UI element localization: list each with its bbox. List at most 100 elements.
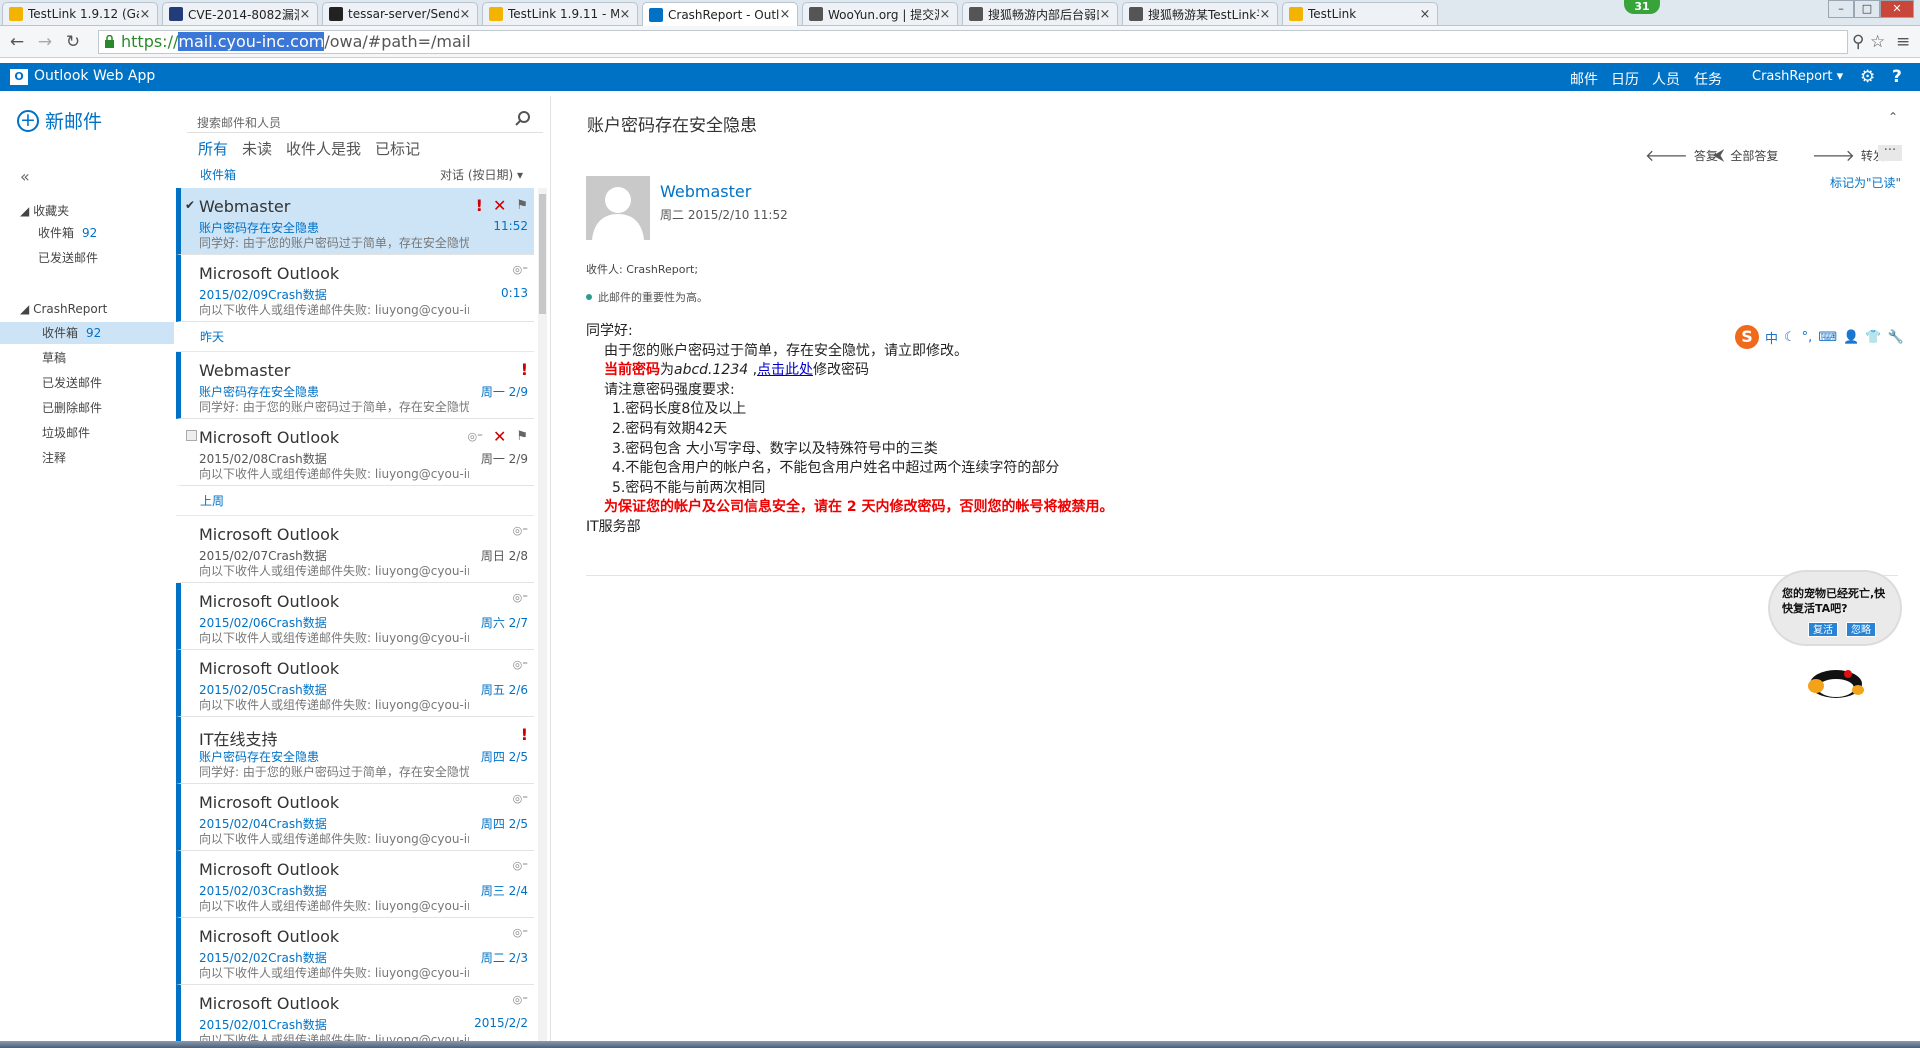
- gear-icon[interactable]: ⚙: [1860, 67, 1875, 87]
- user-menu[interactable]: CrashReport ▾: [1752, 69, 1843, 84]
- message-row[interactable]: Microsoft Outlook 2015/02/04Crash数据 向以下收件人…: [176, 784, 534, 851]
- tab-close-icon[interactable]: ×: [939, 7, 951, 22]
- message-row[interactable]: Microsoft Outlook 2015/02/03Crash数据 向以下收件人…: [176, 851, 534, 918]
- message-row[interactable]: IT在线支持 账户密码存在安全隐患 同学好: 由于您的账户密码过于简单，存在安全隐忧…: [176, 717, 534, 784]
- ime-tools-icon[interactable]: 🔧: [1887, 330, 1903, 345]
- scrollbar-thumb[interactable]: [539, 194, 546, 314]
- tab-close-icon[interactable]: ×: [139, 7, 151, 22]
- browser-tab[interactable]: CVE-2014-8082漏洞详情×: [162, 2, 318, 25]
- favorites-header[interactable]: ◢ 收藏夹: [20, 202, 69, 219]
- browser-tab[interactable]: TestLink ×: [1282, 2, 1438, 25]
- browser-tab[interactable]: WooYun.org | 提交漏洞×: [802, 2, 958, 25]
- message-row[interactable]: ✔ Webmaster 账户密码存在安全隐患 同学好: 由于您的账户密码过于简单，存在…: [176, 188, 534, 255]
- flag-icon[interactable]: ⚑: [516, 198, 528, 213]
- search-icon[interactable]: [515, 110, 531, 128]
- window-close-button[interactable]: ✕: [1880, 0, 1914, 18]
- menu-icon[interactable]: ≡: [1896, 32, 1910, 52]
- delete-icon[interactable]: ✕: [493, 196, 506, 215]
- message-row[interactable]: Microsoft Outlook 2015/02/02Crash数据 向以下收件人…: [176, 918, 534, 985]
- filter-to-me[interactable]: 收件人是我: [286, 138, 361, 159]
- category-icon[interactable]: ◎⁼: [513, 591, 528, 604]
- message-row[interactable]: Microsoft Outlook 2015/02/08Crash数据 向以下收件人…: [176, 419, 534, 486]
- reply-all-button[interactable]: ⮜ 全部答复: [1713, 145, 1778, 165]
- category-icon[interactable]: ◎⁼: [513, 993, 528, 1006]
- select-checkbox[interactable]: [186, 430, 197, 441]
- sender-name[interactable]: Webmaster: [660, 182, 751, 201]
- pet-ignore-button[interactable]: 忽略: [1846, 622, 1876, 637]
- url-field[interactable]: https://mail.cyou-inc.com/owa/#path=/mai…: [98, 30, 1848, 54]
- browser-tab[interactable]: TestLink 1.9.12 (GaGa a×: [2, 2, 158, 25]
- category-icon[interactable]: ◎⁼: [468, 430, 483, 443]
- category-icon[interactable]: ◎⁼: [513, 792, 528, 805]
- nav-people[interactable]: 人员: [1652, 69, 1680, 89]
- tab-close-icon[interactable]: ×: [299, 7, 311, 22]
- delete-icon[interactable]: ✕: [493, 427, 506, 446]
- filter-unread[interactable]: 未读: [242, 138, 272, 159]
- forward-button[interactable]: 🡒 转发: [1812, 145, 1885, 165]
- mark-as-read-link[interactable]: 标记为"已读": [1830, 174, 1901, 191]
- nav-calendar[interactable]: 日历: [1611, 69, 1639, 89]
- tab-close-icon[interactable]: ×: [1099, 7, 1111, 22]
- change-password-link[interactable]: 点击此处: [757, 362, 813, 378]
- pet-revive-button[interactable]: 复活: [1808, 622, 1838, 637]
- collapse-nav-icon[interactable]: «: [20, 167, 30, 186]
- penguin-pet-icon[interactable]: [1802, 660, 1870, 700]
- flag-icon[interactable]: ⚑: [516, 429, 528, 444]
- category-icon[interactable]: ◎⁼: [513, 524, 528, 537]
- maximize-button[interactable]: □: [1854, 0, 1880, 18]
- browser-tab[interactable]: tessar-server/SendEMa×: [322, 2, 478, 25]
- folder-sent[interactable]: 已发送邮件: [0, 372, 174, 394]
- search-box[interactable]: 搜索邮件和人员: [187, 107, 543, 133]
- folder-notes[interactable]: 注释: [0, 447, 174, 469]
- folder-junk[interactable]: 垃圾邮件: [0, 422, 174, 444]
- check-icon[interactable]: ✔: [185, 198, 195, 212]
- sogou-logo-icon[interactable]: S: [1735, 325, 1759, 349]
- forward-icon[interactable]: →: [34, 31, 56, 53]
- reload-icon[interactable]: ↻: [62, 31, 84, 53]
- more-actions-button[interactable]: ···: [1878, 144, 1902, 161]
- tab-close-icon[interactable]: ×: [1419, 7, 1431, 22]
- message-row[interactable]: Microsoft Outlook 2015/02/05Crash数据 向以下收件人…: [176, 650, 534, 717]
- filter-flagged[interactable]: 已标记: [375, 138, 420, 159]
- category-icon[interactable]: ◎⁼: [513, 926, 528, 939]
- fav-inbox[interactable]: 收件箱 92: [0, 222, 174, 244]
- folder-drafts[interactable]: 草稿: [0, 347, 174, 369]
- tab-close-icon[interactable]: ×: [1259, 7, 1271, 22]
- sort-dropdown[interactable]: 对话 (按日期) ▾: [440, 166, 523, 183]
- ime-moon-icon[interactable]: ☾: [1784, 330, 1796, 345]
- ime-user-icon[interactable]: 👤: [1843, 330, 1859, 345]
- help-icon[interactable]: ?: [1892, 67, 1902, 87]
- message-row[interactable]: Microsoft Outlook 2015/02/01Crash数据 向以下收件人…: [176, 985, 534, 1041]
- tab-close-icon[interactable]: ×: [619, 7, 631, 22]
- nav-tasks[interactable]: 任务: [1694, 69, 1722, 89]
- category-icon[interactable]: ◎⁼: [513, 658, 528, 671]
- collapse-header-icon[interactable]: ⌃: [1888, 110, 1898, 124]
- fav-sent[interactable]: 已发送邮件: [0, 247, 174, 269]
- message-list-scrollbar[interactable]: [538, 188, 547, 1041]
- browser-tab[interactable]: 搜狐畅游某TestLink平台×: [1122, 2, 1278, 25]
- browser-tab[interactable]: CrashReport - Outlook×: [642, 2, 798, 26]
- ime-punctuation-icon[interactable]: °,: [1802, 330, 1813, 345]
- ime-keyboard-icon[interactable]: ⌨: [1818, 330, 1837, 345]
- folder-inbox[interactable]: 收件箱 92: [0, 322, 174, 344]
- folder-deleted[interactable]: 已删除邮件: [0, 397, 174, 419]
- filter-all[interactable]: 所有: [198, 138, 228, 159]
- message-row[interactable]: Microsoft Outlook 2015/02/06Crash数据 向以下收件人…: [176, 583, 534, 650]
- message-row[interactable]: Webmaster 账户密码存在安全隐患 同学好: 由于您的账户密码过于简单，存在安…: [176, 352, 534, 419]
- back-icon[interactable]: ←: [6, 31, 28, 53]
- browser-tab[interactable]: 搜狐畅游内部后台弱口令×: [962, 2, 1118, 25]
- tab-close-icon[interactable]: ×: [459, 7, 471, 22]
- reply-button[interactable]: 🡐 答复: [1645, 145, 1718, 165]
- page-action-icon[interactable]: ⚲: [1852, 32, 1864, 52]
- message-row[interactable]: Microsoft Outlook 2015/02/07Crash数据 向以下收件人…: [176, 516, 534, 583]
- minimize-button[interactable]: –: [1828, 0, 1854, 18]
- account-header[interactable]: ◢ CrashReport: [20, 302, 107, 316]
- category-icon[interactable]: ◎⁼: [513, 859, 528, 872]
- ime-skin-icon[interactable]: 👕: [1865, 330, 1881, 345]
- ime-chinese-mode-icon[interactable]: 中: [1765, 328, 1778, 347]
- new-mail-button[interactable]: + 新邮件: [17, 107, 102, 134]
- bookmark-star-icon[interactable]: ☆: [1870, 32, 1885, 52]
- nav-mail[interactable]: 邮件: [1570, 69, 1598, 96]
- message-row[interactable]: Microsoft Outlook 2015/02/09Crash数据 向以下收件人…: [176, 255, 534, 322]
- browser-tab[interactable]: TestLink 1.9.11 - Multip×: [482, 2, 638, 25]
